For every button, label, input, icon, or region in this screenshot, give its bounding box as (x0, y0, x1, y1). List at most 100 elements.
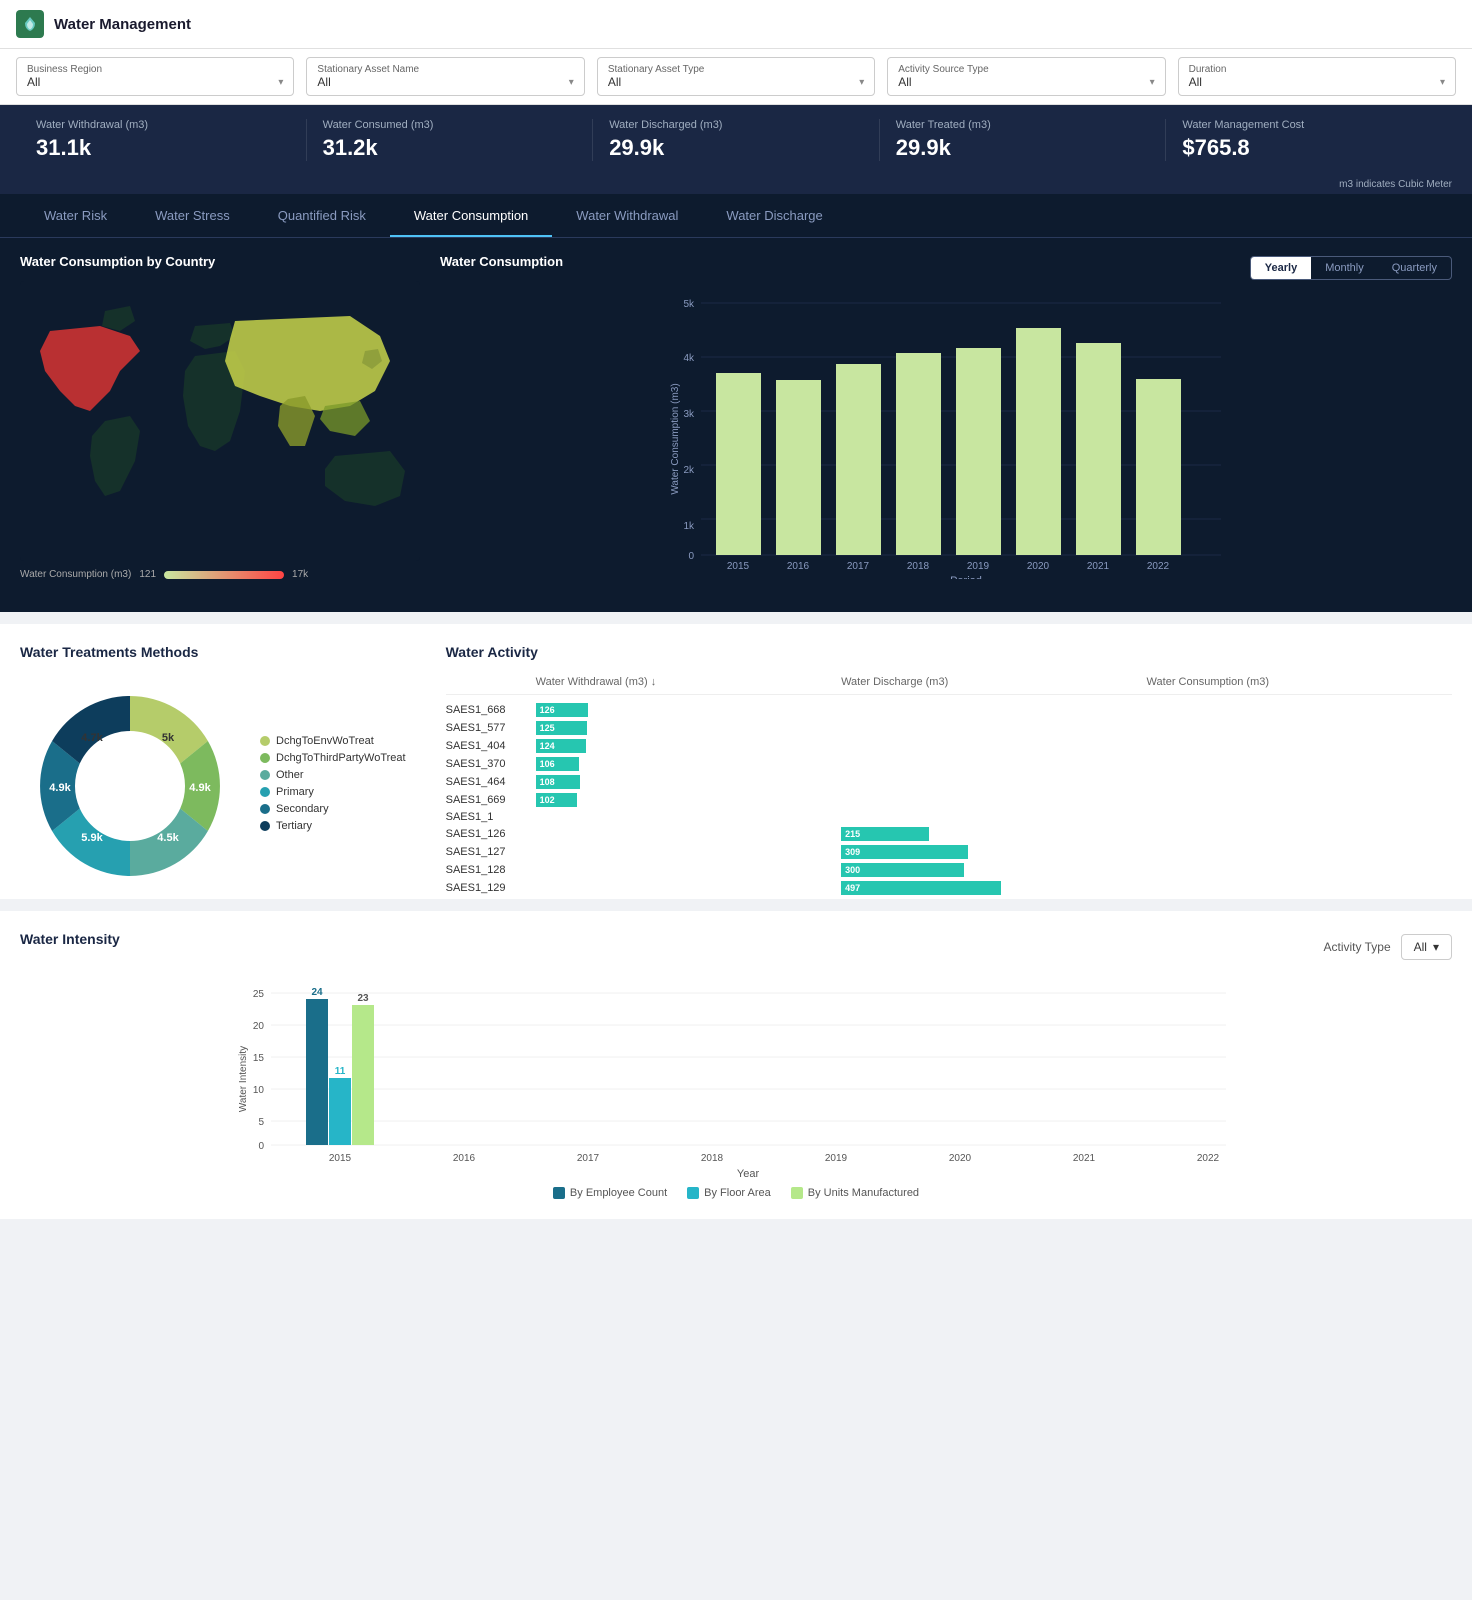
svg-text:2017: 2017 (577, 1153, 600, 1164)
app-title: Water Management (54, 16, 191, 33)
tab-water-discharge[interactable]: Water Discharge (702, 194, 846, 237)
svg-text:2022: 2022 (1147, 561, 1170, 572)
bar-chart-title: Water Consumption (440, 254, 563, 269)
bar-2017 (836, 364, 881, 555)
filter-activity-source-type[interactable]: Activity Source Type All (887, 57, 1165, 96)
legend-item-3: Other (260, 769, 406, 781)
tab-water-stress[interactable]: Water Stress (131, 194, 254, 237)
svg-text:Water Consumption (m3): Water Consumption (m3) (670, 383, 681, 494)
svg-text:11: 11 (335, 1066, 346, 1077)
svg-text:Water Intensity: Water Intensity (238, 1046, 249, 1112)
app-logo (16, 10, 44, 38)
svg-text:5: 5 (258, 1117, 264, 1128)
intensity-bar-units-2015 (352, 1005, 374, 1145)
intensity-chart-svg: 25 20 15 10 5 0 Water Intensity 24 11 (20, 979, 1452, 1179)
legend-entry-employee: By Employee Count (553, 1187, 667, 1199)
view-btn-yearly[interactable]: Yearly (1251, 257, 1311, 279)
bar-2021 (1076, 343, 1121, 555)
legend-square-floor (687, 1187, 699, 1199)
kpi-water-consumed: Water Consumed (m3) 31.2k (307, 119, 594, 161)
bar-2019 (956, 348, 1001, 555)
legend-label: Water Consumption (m3) (20, 569, 131, 580)
svg-text:2017: 2017 (847, 561, 870, 572)
kpi-water-management-cost: Water Management Cost $765.8 (1166, 119, 1452, 161)
bar-chart-header: Water Consumption Yearly Monthly Quarter… (440, 254, 1452, 281)
intensity-chart: 25 20 15 10 5 0 Water Intensity 24 11 (20, 979, 1452, 1199)
legend-min: 121 (139, 569, 156, 580)
svg-text:2015: 2015 (727, 561, 750, 572)
tab-water-consumption[interactable]: Water Consumption (390, 194, 552, 237)
view-toggle: Yearly Monthly Quarterly (1250, 256, 1452, 280)
activity-type-select[interactable]: All ▾ (1401, 934, 1452, 960)
view-btn-monthly[interactable]: Monthly (1311, 257, 1378, 279)
view-btn-quarterly[interactable]: Quarterly (1378, 257, 1451, 279)
donut-legend: DchgToEnvWoTreat DchgToThirdPartyWoTreat… (260, 735, 406, 837)
legend-item-2: DchgToThirdPartyWoTreat (260, 752, 406, 764)
svg-text:4k: 4k (683, 353, 695, 364)
tab-quantified-risk[interactable]: Quantified Risk (254, 194, 390, 237)
legend-item-4: Primary (260, 786, 406, 798)
filter-duration[interactable]: Duration All (1178, 57, 1456, 96)
svg-text:20: 20 (253, 1021, 265, 1032)
table-row: SAES1_127 309 (446, 845, 1452, 859)
table-row: SAES1_668 126 (446, 703, 1452, 717)
svg-text:2020: 2020 (1027, 561, 1050, 572)
table-row: SAES1_1 (446, 811, 1452, 823)
bar-2016 (776, 380, 821, 555)
svg-text:2k: 2k (683, 465, 695, 476)
bar-2022 (1136, 379, 1181, 555)
legend-entry-floor: By Floor Area (687, 1187, 771, 1199)
filter-business-region[interactable]: Business Region All (16, 57, 294, 96)
svg-text:5.9k: 5.9k (81, 832, 103, 844)
kpi-water-discharged: Water Discharged (m3) 29.9k (593, 119, 880, 161)
legend-item-5: Secondary (260, 803, 406, 815)
svg-text:3k: 3k (683, 409, 695, 420)
intensity-bar-employee-2015 (306, 999, 328, 1145)
filter-stationary-asset-type[interactable]: Stationary Asset Type All (597, 57, 875, 96)
svg-text:2018: 2018 (907, 561, 930, 572)
svg-text:2018: 2018 (701, 1153, 724, 1164)
svg-text:2021: 2021 (1087, 561, 1110, 572)
donut-center (80, 736, 180, 836)
intensity-bar-floor-2015 (329, 1078, 351, 1145)
donut-container: 5k 4.9k 4.5k 5.9k 4.9k 4.7k DchgToEnvWoT… (20, 676, 406, 896)
kpi-note: m3 indicates Cubic Meter (0, 175, 1472, 194)
svg-text:5k: 5k (162, 732, 175, 744)
tab-water-risk[interactable]: Water Risk (20, 194, 131, 237)
table-row: SAES1_464 108 (446, 775, 1452, 789)
activity-table-header: Water Withdrawal (m3) ↓ Water Discharge … (446, 676, 1452, 695)
svg-text:0: 0 (258, 1141, 264, 1152)
svg-text:1k: 1k (683, 521, 695, 532)
bar-2020 (1016, 328, 1061, 555)
legend-dot-2 (260, 753, 270, 763)
bar-2015 (716, 373, 761, 555)
water-treatments-section: Water Treatments Methods (20, 644, 406, 899)
svg-text:0: 0 (688, 551, 694, 562)
table-row: SAES1_404 124 (446, 739, 1452, 753)
svg-text:Year: Year (737, 1168, 760, 1179)
header: Water Management (0, 0, 1472, 49)
legend-dot-5 (260, 804, 270, 814)
svg-text:2016: 2016 (453, 1153, 476, 1164)
table-row: SAES1_128 300 (446, 863, 1452, 877)
main-content: Water Treatments Methods (0, 624, 1472, 899)
water-activity-section: Water Activity Water Withdrawal (m3) ↓ W… (446, 644, 1452, 899)
dark-panel: Water Risk Water Stress Quantified Risk … (0, 194, 1472, 612)
svg-text:2015: 2015 (329, 1153, 352, 1164)
activity-type-filter: Activity Type All ▾ (1323, 934, 1452, 960)
table-row: SAES1_129 497 (446, 881, 1452, 895)
kpi-water-treated: Water Treated (m3) 29.9k (880, 119, 1167, 161)
tabs: Water Risk Water Stress Quantified Risk … (0, 194, 1472, 238)
intensity-chart-legend: By Employee Count By Floor Area By Units… (20, 1187, 1452, 1199)
legend-gradient (164, 571, 284, 579)
table-row: SAES1_669 102 (446, 793, 1452, 807)
map-legend: Water Consumption (m3) 121 17k (20, 569, 420, 580)
filter-stationary-asset-name[interactable]: Stationary Asset Name All (306, 57, 584, 96)
svg-text:4.7k: 4.7k (81, 732, 103, 744)
activity-table: Water Withdrawal (m3) ↓ Water Discharge … (446, 676, 1452, 895)
bar-chart-svg: 5k 4k 3k 2k 1k 0 Water Consumption (m3) (440, 289, 1452, 579)
tab-water-withdrawal[interactable]: Water Withdrawal (552, 194, 702, 237)
svg-text:25: 25 (253, 989, 265, 1000)
svg-text:Period: Period (950, 575, 982, 579)
legend-dot-6 (260, 821, 270, 831)
